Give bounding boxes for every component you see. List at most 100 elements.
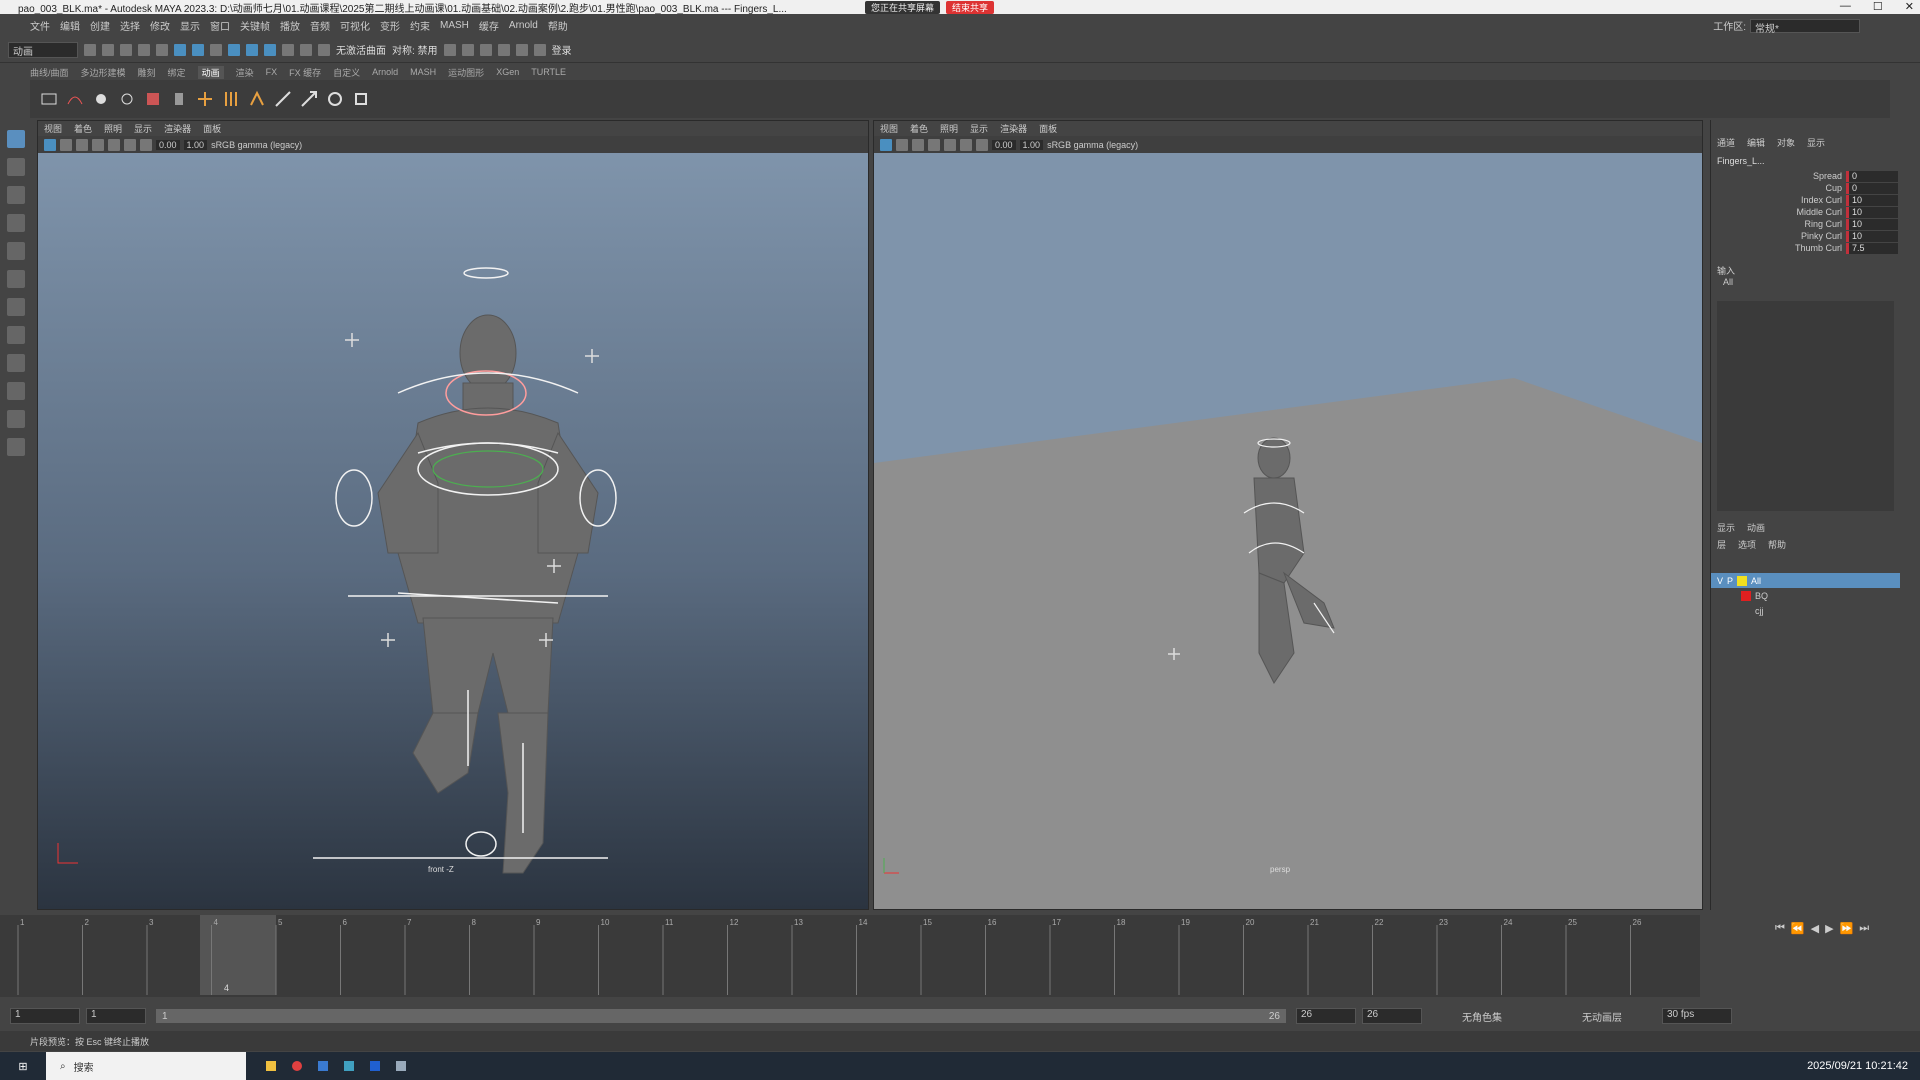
notepad-icon[interactable] — [396, 1061, 406, 1071]
lighting-icon[interactable] — [944, 138, 956, 151]
vp2-menu-show[interactable]: 显示 — [970, 122, 988, 135]
camera-icon[interactable] — [44, 138, 56, 151]
maya-taskbar-icon[interactable] — [344, 1061, 354, 1071]
login-button[interactable]: 登录 — [552, 42, 572, 57]
snap-point-icon[interactable] — [264, 43, 276, 56]
play-forwards-icon[interactable]: ▶ — [1825, 922, 1833, 935]
lighting-icon[interactable] — [108, 138, 120, 151]
node-name[interactable]: Fingers_L... — [1717, 156, 1765, 166]
shelf-tab-sculpting[interactable]: 雕刻 — [138, 66, 156, 79]
exposure-field[interactable]: 0.00 — [992, 139, 1016, 150]
constraint-parent-icon[interactable] — [274, 90, 292, 108]
vp2-menu-shading[interactable]: 着色 — [910, 122, 928, 135]
app-icon[interactable] — [318, 1061, 328, 1071]
go-to-start-icon[interactable]: ⏮ — [1775, 922, 1785, 935]
menu-constrain[interactable]: 约束 — [410, 18, 430, 33]
layer-color-swatch[interactable] — [1741, 590, 1751, 601]
hypershade-icon[interactable] — [515, 43, 528, 56]
attr-row-thumb-curl[interactable]: Thumb Curl 7.5 — [1711, 242, 1900, 254]
attr-row-ring-curl[interactable]: Ring Curl 10 — [1711, 218, 1900, 230]
textured-icon[interactable] — [92, 138, 104, 151]
layer-menu-help[interactable]: 帮助 — [1768, 538, 1786, 551]
select-tool-icon[interactable] — [7, 130, 25, 148]
range-bar[interactable]: 1 26 — [156, 1009, 1286, 1023]
layer-tab-anim[interactable]: 动画 — [1747, 521, 1765, 534]
move-tool-icon[interactable] — [7, 214, 25, 232]
anim-start-field[interactable]: 1 — [86, 1008, 146, 1024]
search-icon[interactable] — [7, 438, 25, 456]
step-back-key-icon[interactable]: ⏪ — [1791, 922, 1805, 935]
vp-menu-panels[interactable]: 面板 — [203, 122, 221, 135]
motion-trail-icon[interactable] — [66, 90, 84, 108]
cb-menu-channels[interactable]: 通道 — [1717, 136, 1735, 149]
attr-row-cup[interactable]: Cup 0 — [1711, 182, 1900, 194]
paint-select-tool-icon[interactable] — [7, 186, 25, 204]
menu-arnold[interactable]: Arnold — [509, 20, 538, 31]
live-surface-label[interactable]: 无激活曲面 — [336, 42, 386, 57]
menu-select[interactable]: 选择 — [120, 18, 140, 33]
cb-menu-show[interactable]: 显示 — [1807, 136, 1825, 149]
rotate-tool-icon[interactable] — [7, 242, 25, 260]
render-view-icon[interactable] — [443, 43, 456, 56]
pause-icon[interactable] — [533, 43, 546, 56]
four-view-layout-icon[interactable] — [7, 354, 25, 372]
menu-mash[interactable]: MASH — [440, 20, 469, 31]
delete-clip-icon[interactable] — [170, 90, 188, 108]
exposure-field[interactable]: 0.00 — [156, 139, 180, 150]
ik-handle-icon[interactable] — [222, 90, 240, 108]
layer-row[interactable]: BQ — [1711, 588, 1900, 603]
cb-menu-object[interactable]: 对象 — [1777, 136, 1795, 149]
shelf-tab-polygons[interactable]: 多边形建模 — [81, 66, 126, 79]
select-by-component-icon[interactable] — [210, 43, 222, 56]
time-slider[interactable]: 1 2 3 4 5 6 7 8 9 10 11 12 13 14 15 16 17 18 19 20 21 22 23 24 2… — [0, 915, 1700, 997]
chrome-icon[interactable] — [292, 1061, 302, 1071]
end-time-field[interactable]: 26 — [1362, 1008, 1422, 1024]
fps-dropdown[interactable]: 30 fps — [1662, 1008, 1732, 1024]
menu-audio[interactable]: 音频 — [310, 18, 330, 33]
command-line[interactable]: 片段预览：按 Esc 键终止播放 — [0, 1031, 1920, 1051]
xray-icon[interactable] — [960, 138, 972, 151]
vp-menu-show[interactable]: 显示 — [134, 122, 152, 135]
character-set-dropdown[interactable]: 无角色集 — [1462, 1009, 1502, 1024]
shelf-tab-fx[interactable]: FX — [266, 67, 278, 77]
render-icon[interactable] — [461, 43, 474, 56]
file-explorer-icon[interactable] — [266, 1061, 276, 1071]
layer-menu-layers[interactable]: 层 — [1717, 538, 1726, 551]
shelf-tab-motion-graphics[interactable]: 运动图形 — [448, 66, 484, 79]
menu-windows[interactable]: 窗口 — [210, 18, 230, 33]
smooth-shade-icon[interactable] — [912, 138, 924, 151]
vp-menu-renderer[interactable]: 渲染器 — [164, 122, 191, 135]
cb-menu-edit[interactable]: 编辑 — [1747, 136, 1765, 149]
taskbar-clock[interactable]: 2025/09/21 10:21:42 — [1807, 1060, 1908, 1072]
shelf-tab-fx-caching[interactable]: FX 缓存 — [289, 66, 321, 79]
attr-row-middle-curl[interactable]: Middle Curl 10 — [1711, 206, 1900, 218]
menu-key[interactable]: 关键帧 — [240, 18, 270, 33]
color-space-label[interactable]: sRGB gamma (legacy) — [1047, 140, 1138, 150]
layer-tab-display[interactable]: 显示 — [1717, 521, 1735, 534]
isolate-icon[interactable] — [976, 138, 988, 151]
shelf-tab-xgen[interactable]: XGen — [496, 67, 519, 77]
menu-help[interactable]: 帮助 — [548, 18, 568, 33]
anim-layer-dropdown[interactable]: 无动画层 — [1582, 1009, 1622, 1024]
constraint-point-icon[interactable] — [300, 90, 318, 108]
create-joint-icon[interactable] — [196, 90, 214, 108]
constraint-orient-icon[interactable] — [326, 90, 344, 108]
vp-menu-shading[interactable]: 着色 — [74, 122, 92, 135]
shelf-tab-mash[interactable]: MASH — [410, 67, 436, 77]
stop-share-button[interactable]: 结束共享 — [946, 1, 995, 14]
vp-menu-lighting[interactable]: 照明 — [104, 122, 122, 135]
gamma-field[interactable]: 1.00 — [1019, 139, 1044, 150]
constraint-scale-icon[interactable] — [352, 90, 370, 108]
shelf-tab-custom[interactable]: 自定义 — [333, 66, 360, 79]
vp2-menu-renderer[interactable]: 渲染器 — [1000, 122, 1027, 135]
outliner-layout-icon[interactable] — [7, 410, 25, 428]
go-to-end-icon[interactable]: ⏭ — [1859, 922, 1869, 935]
menu-file[interactable]: 文件 — [30, 18, 50, 33]
shelf-tab-turtle[interactable]: TURTLE — [531, 67, 566, 77]
menu-modify[interactable]: 修改 — [150, 18, 170, 33]
layer-color-swatch[interactable] — [1737, 575, 1748, 586]
attr-row-pinky-curl[interactable]: Pinky Curl 10 — [1711, 230, 1900, 242]
windows-start-icon[interactable]: ⊞ — [0, 1060, 46, 1073]
layer-row[interactable]: V P All — [1711, 573, 1900, 588]
ipr-render-icon[interactable] — [479, 43, 492, 56]
